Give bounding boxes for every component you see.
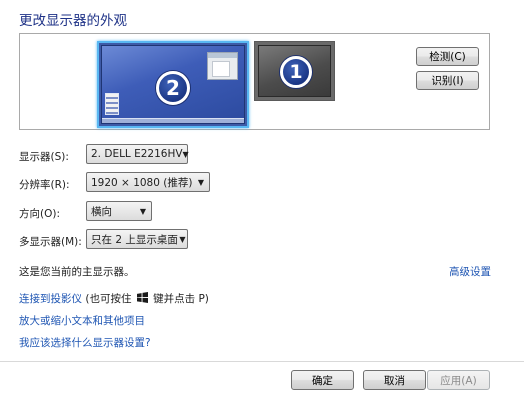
projector-hint-end: 键并点击 P) xyxy=(153,293,209,305)
projector-row: 连接到投影仪 (也可按住 键并点击 P) xyxy=(19,291,209,306)
multi-display-select[interactable]: 只在 2 上显示桌面 ▼ xyxy=(86,229,188,249)
resolution-label: 分辨率(R): xyxy=(19,179,70,191)
ok-button[interactable]: 确定 xyxy=(291,370,354,390)
orientation-label: 方向(O): xyxy=(19,208,60,220)
orientation-select-value: 横向 xyxy=(91,205,112,218)
chevron-down-icon: ▼ xyxy=(182,149,189,159)
monitor-1-badge: 1 xyxy=(280,56,312,88)
desktop-icons-strip xyxy=(105,93,119,115)
advanced-settings-link[interactable]: 高级设置 xyxy=(449,264,491,279)
monitor-2-badge: 2 xyxy=(156,71,190,105)
windows-logo-icon xyxy=(136,292,148,303)
multi-display-label: 多显示器(M): xyxy=(19,236,82,248)
chevron-down-icon: ▼ xyxy=(179,234,186,244)
orientation-select[interactable]: 横向 ▼ xyxy=(86,201,152,221)
chevron-down-icon: ▼ xyxy=(197,177,205,187)
resolution-select-value: 1920 × 1080 (推荐) xyxy=(91,176,193,189)
which-settings-link[interactable]: 我应该选择什么显示器设置? xyxy=(19,335,151,350)
multi-display-select-value: 只在 2 上显示桌面 xyxy=(91,233,178,246)
monitor-2-taskbar xyxy=(102,118,244,123)
apply-button[interactable]: 应用(A) xyxy=(427,370,490,390)
projector-hint-start: (也可按住 xyxy=(85,293,132,305)
page-title: 更改显示器的外观 xyxy=(19,13,127,29)
chevron-down-icon: ▼ xyxy=(139,206,147,216)
display-label: 显示器(S): xyxy=(19,151,69,163)
text-size-link[interactable]: 放大或缩小文本和其他项目 xyxy=(19,313,145,328)
detect-button[interactable]: 检测(C) xyxy=(416,47,479,66)
monitor-2-screen: 2 xyxy=(101,45,245,124)
resolution-select[interactable]: 1920 × 1080 (推荐) ▼ xyxy=(86,172,210,192)
monitor-preview-area[interactable]: 2 1 检测(C) 识别(I) xyxy=(19,33,490,130)
display-select-value: 2. DELL E2216HV xyxy=(91,148,183,160)
monitor-2-preview[interactable]: 2 xyxy=(97,41,249,128)
primary-display-note: 这是您当前的主显示器。 xyxy=(19,266,135,278)
display-select[interactable]: 2. DELL E2216HV ▼ xyxy=(86,144,189,164)
monitor-1-preview[interactable]: 1 xyxy=(254,41,335,101)
monitor-1-screen: 1 xyxy=(258,45,331,97)
mini-window-icon xyxy=(207,52,238,80)
identify-button[interactable]: 识别(I) xyxy=(416,71,479,90)
footer-divider xyxy=(0,361,524,362)
connect-projector-link[interactable]: 连接到投影仪 xyxy=(19,293,82,305)
cancel-button[interactable]: 取消 xyxy=(363,370,426,390)
